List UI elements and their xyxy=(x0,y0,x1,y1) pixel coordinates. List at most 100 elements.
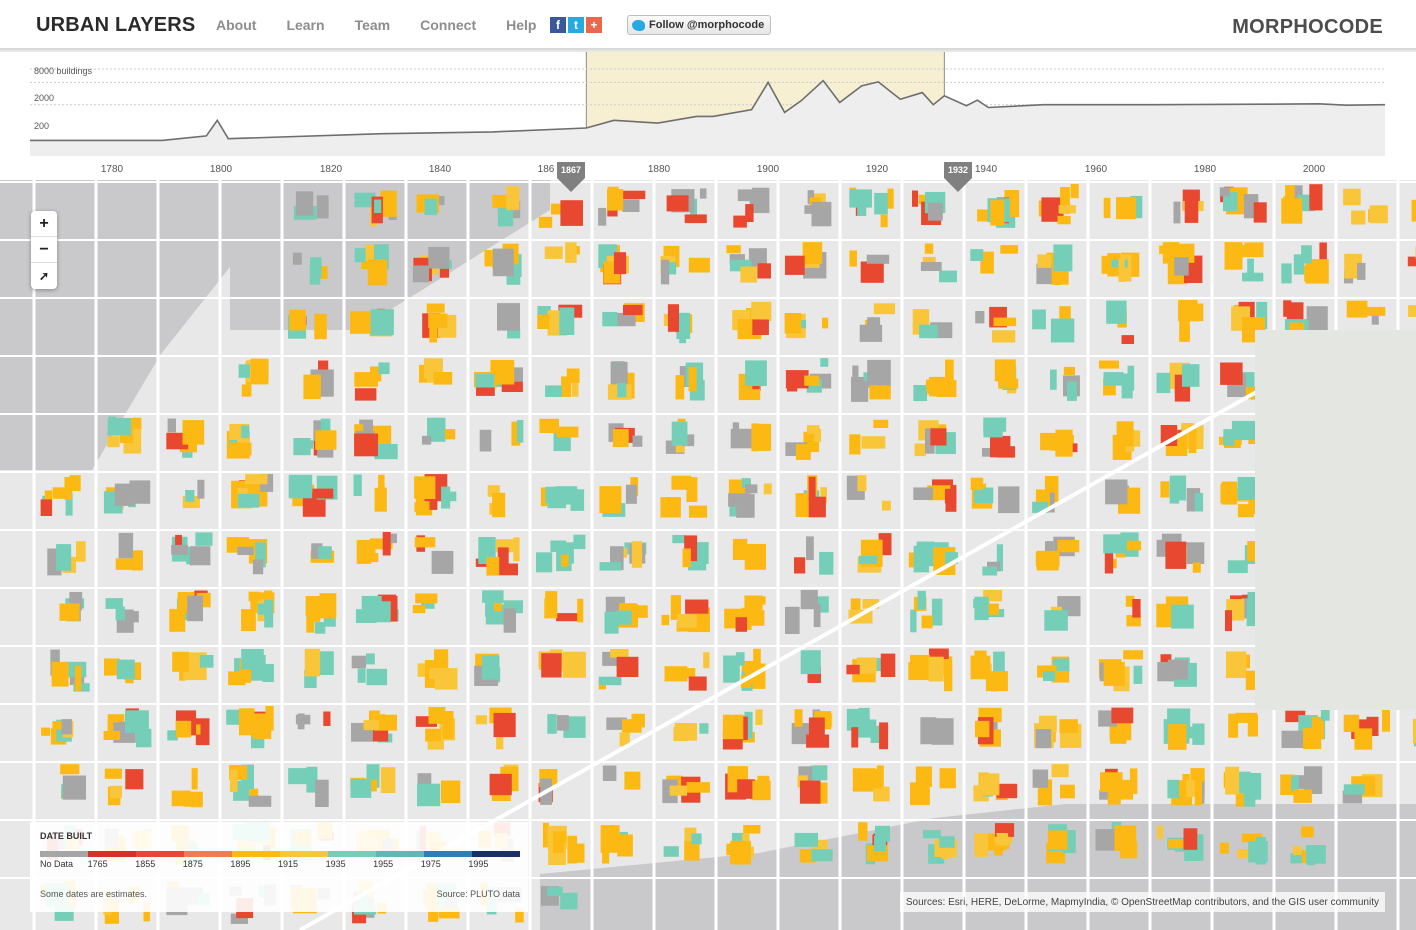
building-footprint xyxy=(573,534,586,550)
building-footprint xyxy=(350,778,372,798)
building-footprint xyxy=(1123,650,1143,660)
building-footprint xyxy=(849,250,857,267)
building-footprint xyxy=(76,541,86,562)
building-footprint xyxy=(195,532,213,546)
building-footprint xyxy=(1132,599,1141,618)
building-footprint xyxy=(310,257,322,278)
building-footprint xyxy=(241,609,256,632)
building-footprint xyxy=(315,779,329,807)
map-canvas[interactable] xyxy=(0,180,1416,930)
building-footprint xyxy=(944,664,953,692)
nav-connect[interactable]: Connect xyxy=(420,17,476,33)
building-footprint xyxy=(257,603,272,615)
building-footprint xyxy=(661,614,670,626)
building-footprint xyxy=(685,599,709,614)
google-plus-icon[interactable]: + xyxy=(586,17,602,33)
building-footprint xyxy=(1053,244,1073,272)
building-footprint xyxy=(382,532,391,556)
main-nav: About Learn Team Connect Help xyxy=(216,17,566,33)
building-footprint xyxy=(1303,728,1322,750)
building-footprints xyxy=(0,180,1416,930)
range-end-handle[interactable]: 1932 xyxy=(944,162,972,192)
compass-button[interactable]: ➚ xyxy=(31,263,57,289)
legend-source: Source: PLUTO data xyxy=(436,889,520,899)
building-footprint xyxy=(1357,262,1366,280)
building-footprint xyxy=(59,603,80,621)
building-footprint xyxy=(1231,420,1256,441)
nav-about[interactable]: About xyxy=(216,17,256,33)
building-footprint xyxy=(879,722,889,750)
legend-labels: No Data 1765 1855 1875 1895 1915 1935 19… xyxy=(40,859,520,869)
building-footprint xyxy=(1118,258,1125,282)
building-footprint xyxy=(1054,274,1061,286)
building-footprint xyxy=(1243,773,1262,800)
building-footprint xyxy=(199,655,214,668)
building-footprint xyxy=(672,535,686,544)
building-footprint xyxy=(1067,381,1077,401)
building-footprint xyxy=(623,304,643,316)
building-footprint xyxy=(303,374,321,400)
building-footprint xyxy=(1281,263,1292,284)
building-footprint xyxy=(910,654,930,675)
building-footprint xyxy=(922,830,941,839)
legend-swatch xyxy=(376,851,424,857)
building-footprint xyxy=(1220,362,1243,385)
nav-help[interactable]: Help xyxy=(506,17,536,33)
building-footprint xyxy=(1035,729,1052,749)
x-tick: 1880 xyxy=(647,164,671,175)
twitter-follow-button[interactable]: Follow @morphocode xyxy=(627,15,772,35)
x-tick: 186 xyxy=(537,164,555,175)
building-footprint xyxy=(41,727,50,736)
building-footprint xyxy=(414,476,436,499)
building-footprint xyxy=(1127,365,1135,391)
nav-learn[interactable]: Learn xyxy=(286,17,324,33)
building-footprint xyxy=(996,783,1018,799)
building-footprint xyxy=(927,379,947,395)
building-footprint xyxy=(252,559,264,575)
building-footprint xyxy=(314,313,327,340)
building-footprint xyxy=(613,252,627,275)
building-footprint xyxy=(567,835,578,864)
building-footprint xyxy=(1160,481,1170,498)
building-footprint xyxy=(114,483,135,506)
legend-swatch xyxy=(328,851,376,857)
building-footprint xyxy=(412,605,426,614)
building-footprint xyxy=(428,313,448,328)
building-footprint xyxy=(808,476,816,501)
building-footprint xyxy=(975,311,985,324)
twitter-icon[interactable]: t xyxy=(568,17,584,33)
zoom-in-button[interactable]: + xyxy=(31,211,57,237)
building-footprint xyxy=(492,492,506,518)
building-footprint xyxy=(752,187,770,214)
building-footprint xyxy=(1305,845,1326,864)
building-footprint xyxy=(1293,789,1312,803)
building-footprint xyxy=(974,596,989,621)
building-footprint xyxy=(378,362,390,375)
nav-team[interactable]: Team xyxy=(355,17,391,33)
building-footprint xyxy=(794,557,806,574)
building-footprint xyxy=(245,474,268,485)
building-footprint xyxy=(318,546,332,559)
building-footprint xyxy=(434,668,458,690)
building-footprint xyxy=(292,252,302,265)
legend-label: 1855 xyxy=(135,859,156,869)
legend-label: 1875 xyxy=(182,859,203,869)
building-footprint xyxy=(369,541,376,556)
range-start-handle[interactable]: 1867 xyxy=(557,162,585,192)
brand-logo[interactable]: MORPHOCODE xyxy=(1232,16,1383,39)
building-footprint xyxy=(858,822,868,841)
y-label-8000: 8000 buildings xyxy=(34,66,93,76)
zoom-out-button[interactable]: − xyxy=(31,237,57,263)
timeline-chart xyxy=(30,52,1386,156)
legend-label: 1995 xyxy=(468,859,489,869)
building-footprint xyxy=(417,773,432,785)
building-footprint xyxy=(723,655,740,683)
date-built-legend: DATE BUILT No Data 1765 1855 1875 1895 1… xyxy=(30,822,528,912)
facebook-icon[interactable]: f xyxy=(550,17,566,33)
building-footprint xyxy=(380,190,397,217)
building-footprint xyxy=(248,795,272,807)
building-footprint xyxy=(880,214,888,228)
timeline-histogram[interactable]: 8000 buildings 2000 200 1780 1800 1820 1… xyxy=(0,52,1416,192)
app-logo[interactable]: URBAN LAYERS xyxy=(36,14,195,37)
building-footprint xyxy=(115,606,125,621)
